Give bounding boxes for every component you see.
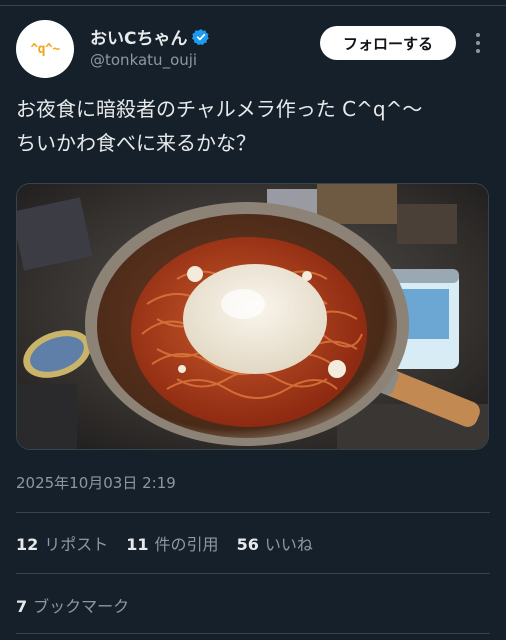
user-handle[interactable]: @tonkatu_ouji [90, 51, 197, 69]
quotes-count: 11 [126, 535, 149, 554]
noodle-photo-illustration [17, 184, 488, 449]
bookmarks-count: 7 [16, 597, 28, 616]
tweet-timestamp[interactable]: 2025年10月03日 2:19 [16, 472, 176, 493]
name-row: おいCちゃん [90, 24, 210, 49]
reposts-count: 12 [16, 535, 39, 554]
avatar-text: ^q^~ [30, 41, 60, 57]
bookmarks-label: ブックマーク [33, 597, 130, 616]
likes-label: いいね [264, 535, 313, 554]
display-name[interactable]: おいCちゃん [90, 24, 187, 49]
divider [16, 573, 490, 574]
top-border [0, 0, 506, 6]
more-vertical-icon[interactable] [470, 30, 486, 56]
quotes-label: 件の引用 [154, 535, 219, 554]
reposts-stat[interactable]: 12 リポスト [16, 531, 108, 555]
follow-button[interactable]: フォローする [320, 26, 456, 60]
likes-count: 56 [236, 535, 259, 554]
engagement-stats: 12 リポスト 11 件の引用 56 いいね [16, 531, 331, 555]
bookmarks-stat[interactable]: 7 ブックマーク [16, 593, 147, 617]
quotes-stat[interactable]: 11 件の引用 [126, 531, 218, 555]
avatar[interactable]: ^q^~ [16, 20, 74, 78]
likes-stat[interactable]: 56 いいね [237, 531, 313, 555]
verified-badge-icon [192, 28, 210, 45]
divider [16, 633, 490, 634]
divider [16, 512, 490, 513]
reposts-label: リポスト [44, 535, 109, 554]
tweet-text: お夜食に暗殺者のチャルメラ作った C^q^〜 ちいかわ食べに来るかな？ [16, 97, 423, 155]
tweet-photo[interactable] [16, 183, 489, 450]
